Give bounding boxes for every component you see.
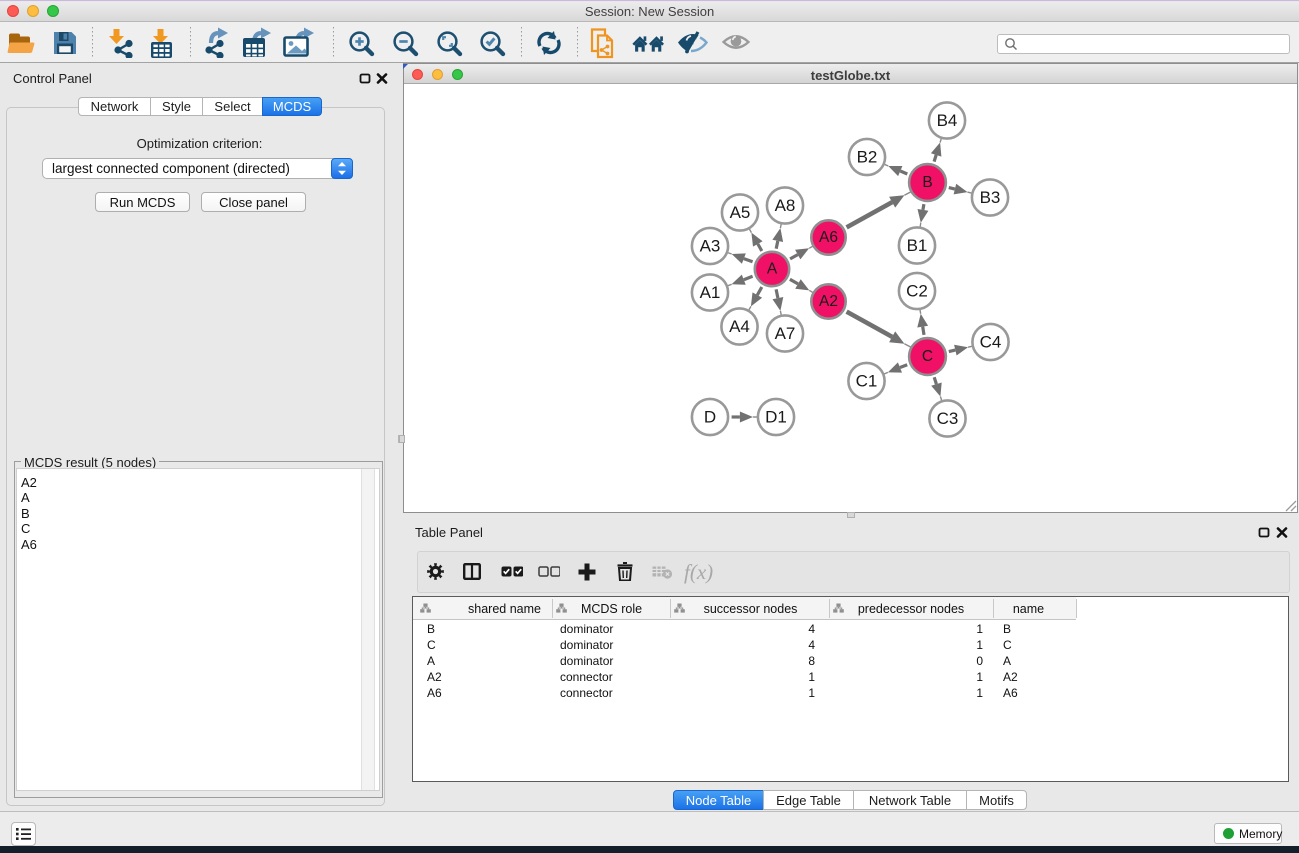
- svg-text:C: C: [922, 348, 933, 365]
- svg-text:B: B: [922, 174, 932, 191]
- svg-text:B3: B3: [980, 188, 1001, 207]
- svg-text:C1: C1: [856, 372, 878, 391]
- svg-text:A: A: [767, 261, 778, 278]
- svg-text:D: D: [704, 408, 716, 427]
- svg-text:C3: C3: [937, 409, 959, 428]
- svg-text:C2: C2: [906, 282, 928, 301]
- svg-text:D1: D1: [765, 408, 787, 427]
- svg-text:A2: A2: [819, 293, 838, 310]
- svg-text:A5: A5: [730, 203, 751, 222]
- svg-text:C4: C4: [980, 333, 1002, 352]
- svg-text:B4: B4: [937, 111, 958, 130]
- svg-text:B1: B1: [907, 236, 928, 255]
- svg-text:A4: A4: [729, 317, 750, 336]
- svg-text:A7: A7: [775, 324, 796, 343]
- svg-text:A3: A3: [700, 237, 721, 256]
- svg-text:A6: A6: [819, 229, 838, 246]
- svg-text:B2: B2: [857, 148, 878, 167]
- svg-text:A8: A8: [775, 196, 796, 215]
- svg-text:A1: A1: [700, 283, 721, 302]
